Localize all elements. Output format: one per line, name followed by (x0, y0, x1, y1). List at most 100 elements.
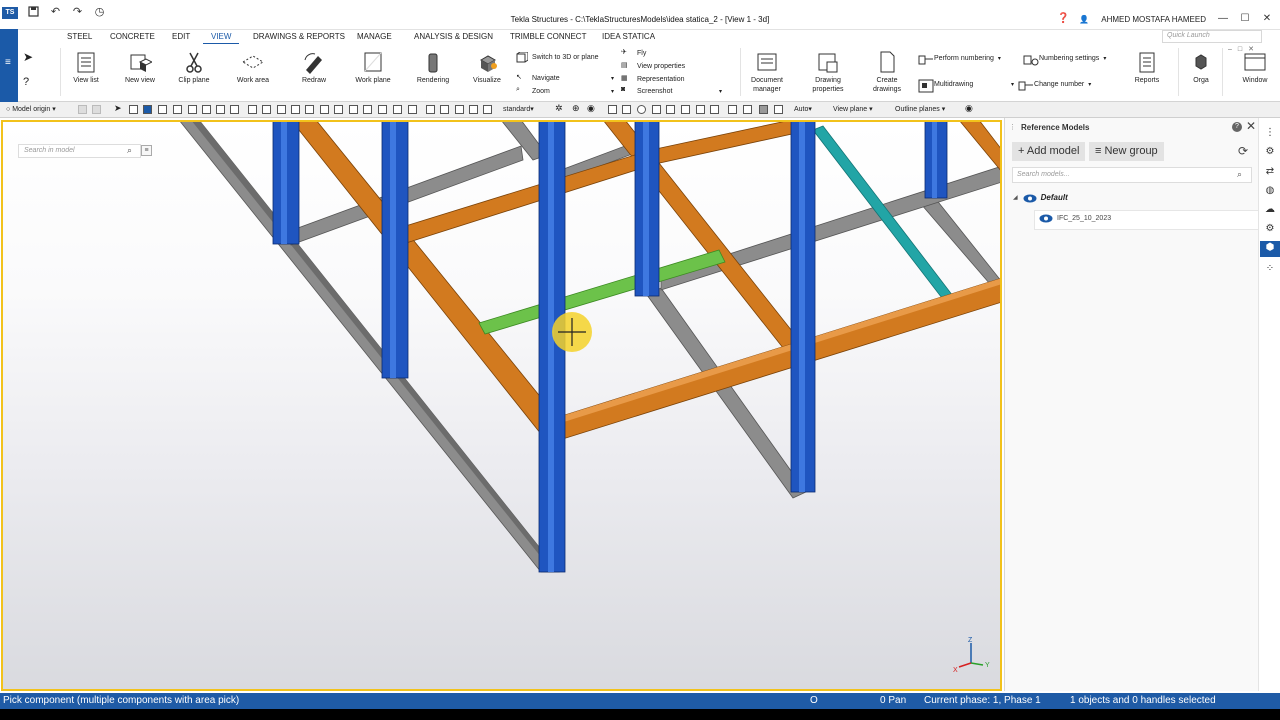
screenshot-dropdown-arrow[interactable]: ▾ (719, 88, 722, 95)
document-manager-button[interactable]: Document manager (744, 50, 790, 94)
snap-icon[interactable] (426, 105, 435, 114)
settings-gear-icon[interactable]: ✲ (555, 103, 563, 114)
change-number-button[interactable]: ▾ Change number ▾ (1011, 79, 1091, 91)
eye-icon[interactable] (1023, 194, 1037, 202)
select-objects-icon[interactable] (143, 105, 152, 114)
switch-3d-button[interactable]: Switch to 3D or plane (516, 51, 599, 63)
standard-dropdown[interactable]: standard▾ (503, 105, 534, 113)
select-views-icon[interactable] (230, 105, 239, 114)
view-properties-button[interactable]: ▤ View properties (621, 61, 685, 71)
zoom-dropdown-arrow[interactable]: ▾ (611, 88, 614, 95)
snap-icon[interactable] (408, 105, 417, 114)
search-icon[interactable]: ⌕ (127, 145, 132, 156)
work-area-button[interactable]: Work area (233, 50, 273, 85)
eye-icon[interactable] (1039, 214, 1053, 223)
select-reinforcement-icon[interactable] (262, 105, 271, 114)
model-row-ifc[interactable]: IFC_25_10_2023 (1039, 214, 1111, 223)
model-viewport-3d[interactable]: Search in model ⌕ ≡ Z Y X (1, 120, 1002, 691)
auto-dropdown[interactable]: Auto▾ (794, 105, 812, 113)
apps-icon[interactable]: ⁘ (1263, 262, 1277, 276)
window-button[interactable]: Window (1234, 50, 1276, 85)
pin-icon[interactable]: ⋮ (1263, 126, 1277, 140)
chevron-down-icon[interactable]: ▾ (1103, 55, 1106, 62)
refresh-icon[interactable]: ⟳ (1238, 144, 1248, 158)
tab-manage[interactable]: MANAGE (357, 32, 392, 41)
select-line-icon[interactable] (188, 105, 197, 114)
close-icon[interactable]: ✕ (1246, 119, 1256, 133)
orange-beam-cross-top-right[interactable] (650, 120, 802, 165)
toolbar-icon[interactable] (78, 105, 87, 114)
snap-reference-icon[interactable] (728, 105, 737, 114)
close-button[interactable]: ✕ (1262, 14, 1272, 24)
cloud-icon[interactable]: ☁ (1263, 203, 1277, 217)
help-pointer-icon[interactable]: ? (23, 76, 29, 88)
select-components-icon[interactable] (158, 105, 167, 114)
representation-button[interactable]: ▦ Representation (621, 74, 684, 84)
tab-trimble-connect[interactable]: TRIMBLE CONNECT (510, 32, 586, 41)
snap-endpoint-icon[interactable] (608, 105, 617, 114)
snap-icon[interactable] (349, 105, 358, 114)
navigate-button[interactable]: ↖ Navigate (516, 73, 560, 83)
view-plane-dropdown[interactable]: View plane ▾ (833, 105, 873, 113)
redraw-button[interactable]: Redraw (294, 50, 334, 85)
select-cuts-icon[interactable] (216, 105, 225, 114)
chevron-down-icon[interactable]: ▾ (998, 55, 1001, 62)
work-plane-button[interactable]: Work plane (351, 50, 395, 85)
orange-beam-diagonal-right[interactable] (959, 120, 1002, 172)
snap-line-icon[interactable] (681, 105, 690, 114)
clip-plane-button[interactable]: Clip plane (174, 50, 214, 85)
snap-zoom-icon[interactable] (774, 105, 783, 114)
new-view-button[interactable]: New view (120, 50, 160, 85)
snap-icon[interactable] (483, 105, 492, 114)
filter-icon[interactable]: ≡ (141, 145, 152, 156)
menu-icon[interactable]: ≡ (5, 57, 11, 68)
green-selected-beam[interactable] (478, 249, 726, 335)
search-models-input[interactable]: Search models... (1012, 167, 1252, 183)
snap-icon[interactable] (378, 105, 387, 114)
perform-numbering-button[interactable]: Perform numbering ▾ (918, 53, 1001, 65)
select-welds-icon[interactable] (202, 105, 211, 114)
multidrawing-button[interactable]: Multidrawing (918, 79, 973, 93)
select-surface-icon[interactable] (277, 105, 286, 114)
snap-icon[interactable] (334, 105, 343, 114)
snap-geometry-icon[interactable] (743, 105, 752, 114)
adjust-icon[interactable]: ⇄ (1263, 165, 1277, 179)
help-icon[interactable]: ? (1232, 122, 1242, 132)
tab-steel[interactable]: STEEL (67, 32, 92, 41)
minimize-button[interactable]: — (1218, 14, 1228, 24)
tab-idea-statica[interactable]: IDEA STATICA (602, 32, 655, 41)
view-list-button[interactable]: View list (68, 50, 104, 85)
snap-icon[interactable] (455, 105, 464, 114)
orange-beam-cross-top[interactable] (398, 149, 656, 245)
tab-edit[interactable]: EDIT (172, 32, 190, 41)
tab-view[interactable]: VIEW (202, 32, 241, 45)
tab-drawings-reports[interactable]: DRAWINGS & REPORTS (253, 32, 345, 41)
help-icon[interactable]: ❓ (1057, 14, 1069, 24)
quick-launch-input[interactable]: Quick Launch (1162, 30, 1262, 43)
snap-center-icon[interactable] (622, 105, 631, 114)
eye-icon[interactable]: ◉ (587, 103, 595, 114)
snap-intersection-icon[interactable] (652, 105, 661, 114)
snap-icon[interactable] (393, 105, 402, 114)
drawing-properties-button[interactable]: Drawing properties (805, 50, 851, 94)
group-row-default[interactable]: ◢ Default (1013, 193, 1068, 202)
reports-button[interactable]: Reports (1130, 50, 1164, 85)
ribbon-window-controls[interactable]: ‒□✕ (1228, 45, 1260, 53)
side-menu-strip[interactable]: ≡ (0, 29, 18, 102)
visualize-button[interactable]: Visualize (467, 50, 507, 85)
visibility-eye-icon[interactable]: ◉ (965, 103, 973, 114)
new-group-button[interactable]: ≡ New group (1089, 142, 1164, 161)
numbering-settings-button[interactable]: Numbering settings ▾ (1023, 53, 1106, 66)
outline-planes-dropdown[interactable]: Outline planes ▾ (895, 105, 945, 113)
snap-any-icon[interactable] (710, 105, 719, 114)
select-grid-icon[interactable] (173, 105, 182, 114)
select-parts-icon[interactable] (129, 105, 138, 114)
select-object-in-assembly-icon[interactable] (305, 105, 314, 114)
add-model-button[interactable]: + Add model (1012, 142, 1086, 161)
snap-icon[interactable] (440, 105, 449, 114)
orga-button[interactable]: Orga (1186, 50, 1216, 85)
reference-models-tab-icon[interactable]: ⬢ (1260, 241, 1280, 257)
navigate-dropdown-arrow[interactable]: ▾ (611, 75, 614, 82)
screenshot-button[interactable]: ◙ Screenshot (621, 86, 672, 96)
orange-beam-diagonal-left[interactable] (291, 120, 565, 435)
